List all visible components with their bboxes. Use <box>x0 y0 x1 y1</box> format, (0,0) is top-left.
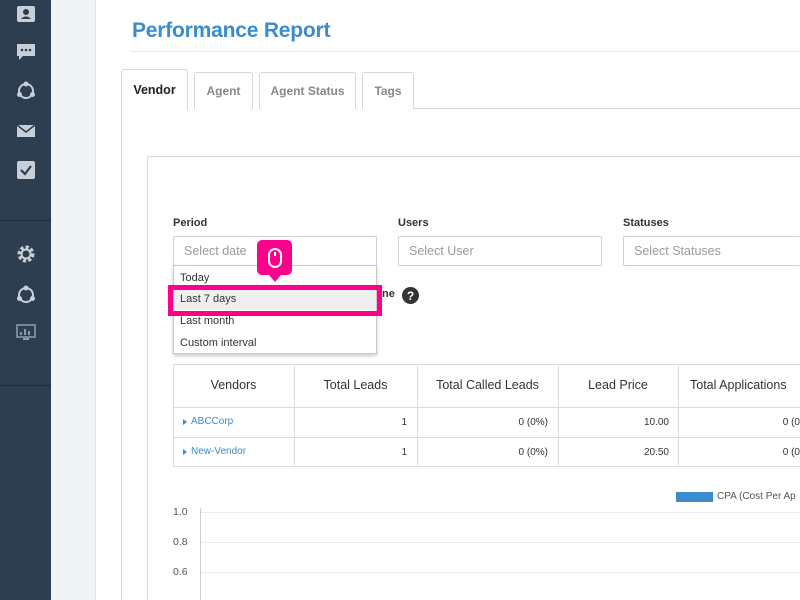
y-axis <box>200 508 201 600</box>
statuses-placeholder: Select Statuses <box>634 244 721 258</box>
mail-icon[interactable] <box>14 119 38 143</box>
cell-lead-price: 10.00 <box>643 417 669 428</box>
sidebar-gutter <box>51 0 96 600</box>
cell-called-leads: 0 (0%) <box>518 417 548 428</box>
expand-icon <box>183 418 187 425</box>
mouse-icon <box>267 247 282 268</box>
highlight-box <box>168 285 382 316</box>
sidebar-divider <box>0 385 51 386</box>
partially-hidden-label: ne <box>382 288 395 300</box>
cell-called-leads: 0 (0%) <box>518 447 548 458</box>
period-placeholder: Select date <box>184 244 247 258</box>
settings-icon[interactable] <box>14 242 38 266</box>
page-title: Performance Report <box>132 19 331 42</box>
grid-line <box>200 512 800 513</box>
header-called-leads: Total Called Leads <box>436 378 539 392</box>
expand-icon <box>183 448 187 455</box>
row-divider <box>173 407 800 408</box>
cell-applications: 0 (0 <box>782 417 800 428</box>
grid-line <box>200 572 800 573</box>
tabs-divider <box>414 108 800 109</box>
cell-lead-price: 20.50 <box>643 447 669 458</box>
vendor-name: New-Vendor <box>191 446 247 457</box>
tab-tags[interactable]: Tags <box>362 72 414 109</box>
statuses-label: Statuses <box>623 217 669 229</box>
task-icon[interactable] <box>14 158 38 182</box>
title-divider <box>130 51 800 52</box>
tab-agent-status[interactable]: Agent Status <box>259 72 356 109</box>
header-lead-price: Lead Price <box>588 378 648 392</box>
header-total-leads: Total Leads <box>323 378 388 392</box>
y-tick-label: 0.6 <box>173 566 188 578</box>
contacts-icon[interactable] <box>14 2 38 26</box>
y-tick-label: 0.8 <box>173 536 188 548</box>
sidebar <box>0 0 51 600</box>
period-label: Period <box>173 217 208 229</box>
row-divider <box>173 437 800 438</box>
cell-applications: 0 (0 <box>782 447 800 458</box>
users-placeholder: Select User <box>409 244 474 258</box>
cell-total-leads: 1 <box>401 447 407 458</box>
legend-swatch <box>676 492 713 502</box>
grid-line <box>200 542 800 543</box>
cell-total-leads: 1 <box>401 417 407 428</box>
tab-vendor[interactable]: Vendor <box>121 69 188 110</box>
vendor-link[interactable]: ABCCorp <box>183 416 233 427</box>
tab-agent[interactable]: Agent <box>194 72 253 109</box>
header-vendors: Vendors <box>210 378 257 392</box>
legend-label: CPA (Cost Per Ap <box>717 491 796 502</box>
network-icon[interactable] <box>14 79 38 103</box>
sidebar-divider <box>0 220 51 221</box>
vendor-link[interactable]: New-Vendor <box>183 446 246 457</box>
vendor-name: ABCCorp <box>191 416 234 427</box>
users-label: Users <box>398 217 429 229</box>
col-divider <box>678 364 679 467</box>
help-icon[interactable]: ? <box>402 287 419 304</box>
users-select[interactable]: Select User <box>398 236 602 266</box>
y-tick-label: 1.0 <box>173 506 188 518</box>
chat-icon[interactable] <box>14 40 38 64</box>
statuses-select[interactable]: Select Statuses <box>623 236 800 266</box>
option-custom-interval[interactable]: Custom interval <box>174 332 376 354</box>
network-icon[interactable] <box>14 283 38 307</box>
mouse-click-badge <box>257 240 292 282</box>
header-applications: Total Applications <box>690 378 787 392</box>
monitor-icon[interactable] <box>14 321 38 345</box>
